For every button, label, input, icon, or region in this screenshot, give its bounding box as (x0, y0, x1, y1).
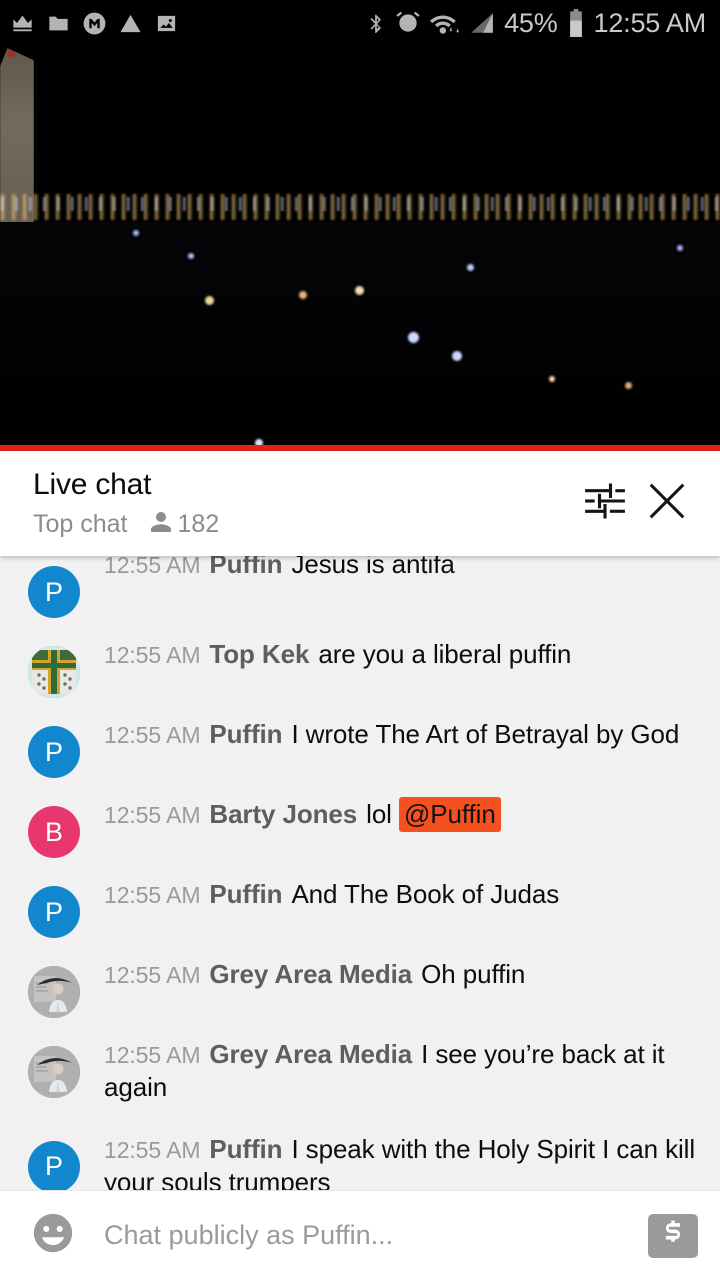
chat-header-titles: Live chat Top chat 182 (33, 468, 574, 540)
chat-mode-label[interactable]: Top chat (33, 510, 128, 539)
city-lights-cool (0, 197, 720, 211)
battery-percent-label: 45% (504, 7, 558, 38)
chat-message-list[interactable]: P 12:55 AM Puffin Jesus is antifa 12:55 AM To… (0, 556, 720, 1190)
clock-label: 12:55 AM (593, 7, 707, 38)
message-author[interactable]: Grey Area Media (209, 1039, 412, 1069)
super-chat-button[interactable] (648, 1213, 698, 1258)
avatar[interactable]: P (28, 886, 80, 938)
message-author[interactable]: Puffin (209, 1134, 282, 1164)
emoji-smiley-icon (30, 1210, 76, 1261)
message-timestamp: 12:55 AM (104, 556, 201, 578)
light-dot (408, 332, 419, 343)
avatar[interactable]: B (28, 806, 80, 858)
mega-m-icon (82, 11, 107, 36)
message-timestamp: 12:55 AM (104, 642, 201, 668)
chat-message-body: 12:55 AM Puffin Jesus is antifa (80, 556, 704, 595)
message-timestamp: 12:55 AM (104, 1136, 201, 1163)
tune-sliders-icon (583, 479, 627, 528)
message-timestamp: 12:55 AM (104, 882, 201, 908)
chat-message[interactable]: P 12:55 AM Puffin I speak with the Holy Spi… (0, 1119, 720, 1190)
video-player[interactable] (0, 46, 720, 451)
light-dot (299, 291, 307, 299)
chat-input-bar (0, 1190, 720, 1280)
avatar[interactable]: P (28, 566, 80, 618)
page-title: Live chat (33, 467, 152, 501)
chat-message[interactable]: P 12:55 AM Puffin And The Book of Judas (0, 864, 720, 944)
close-chat-button[interactable] (636, 473, 698, 535)
battery-icon (567, 9, 585, 37)
chat-message[interactable]: 12:55 AM Grey Area Media I see you’re back… (0, 1024, 720, 1119)
chat-message-body: 12:55 AM Puffin I speak with the Holy Spir… (80, 1119, 704, 1190)
wifi-icon (430, 10, 460, 36)
close-x-icon (644, 478, 690, 529)
avatar[interactable] (28, 646, 80, 698)
message-timestamp: 12:55 AM (104, 722, 201, 748)
message-text: are you a liberal puffin (318, 639, 572, 669)
chat-message[interactable]: P 12:55 AM Puffin Jesus is antifa (0, 556, 720, 624)
chat-header-subtitle-row: Top chat 182 (33, 510, 574, 539)
message-author[interactable]: Grey Area Media (209, 959, 412, 989)
chat-message[interactable]: 12:55 AM Grey Area Media Oh puffin (0, 944, 720, 1024)
cellular-signal-icon (469, 10, 495, 36)
video-foreground (0, 222, 720, 447)
message-author[interactable]: Puffin (209, 556, 282, 579)
light-dot (625, 382, 632, 389)
message-timestamp: 12:55 AM (104, 1042, 201, 1068)
message-author[interactable]: Top Kek (209, 639, 309, 669)
chat-input[interactable] (78, 1220, 648, 1251)
image-icon (154, 12, 179, 35)
status-bar: 45% 12:55 AM (0, 0, 720, 46)
chat-message[interactable]: B 12:55 AM Barty Jones lol @Puffin (0, 784, 720, 864)
status-bar-left-icons (10, 11, 179, 36)
chat-message[interactable]: 12:55 AM Top Kek are you a liberal puffin (0, 624, 720, 704)
person-photo-avatar-image (28, 966, 80, 1018)
viewer-count-label: 182 (177, 510, 220, 539)
warning-triangle-icon (118, 12, 143, 35)
message-text: Jesus is antifa (291, 556, 455, 579)
youtube-live-chat-screen: 45% 12:55 AM Live chat Top chat 182 P 12… (0, 0, 720, 1280)
chat-message-body: 12:55 AM Grey Area Media I see you’re back… (80, 1024, 704, 1119)
avatar[interactable]: P (28, 726, 80, 778)
message-text: lol (366, 799, 399, 829)
dollar-sign-icon (658, 1218, 688, 1253)
light-dot (452, 351, 462, 361)
avatar[interactable]: P (28, 1140, 80, 1190)
viewer-count-group: 182 (149, 510, 220, 539)
chat-message-body: 12:55 AM Puffin And The Book of Judas (80, 864, 704, 925)
light-dot (467, 264, 474, 271)
message-author[interactable]: Puffin (209, 879, 282, 909)
person-icon (149, 510, 173, 539)
message-text: I wrote The Art of Betrayal by God (291, 719, 680, 749)
light-dot (188, 253, 194, 259)
message-text: And The Book of Judas (291, 879, 560, 909)
message-timestamp: 12:55 AM (104, 962, 201, 988)
crusader-shield-avatar-image (28, 646, 80, 698)
message-timestamp: 12:55 AM (104, 802, 201, 828)
folder-icon (46, 12, 71, 34)
message-mention[interactable]: @Puffin (398, 797, 501, 832)
chat-message-body: 12:55 AM Barty Jones lol @Puffin (80, 784, 704, 845)
live-chat-header: Live chat Top chat 182 (0, 451, 720, 556)
person-photo-avatar-image (28, 1046, 80, 1098)
chat-settings-button[interactable] (574, 473, 636, 535)
light-dot (133, 230, 139, 236)
message-author[interactable]: Barty Jones (209, 799, 357, 829)
message-author[interactable]: Puffin (209, 719, 282, 749)
chat-message[interactable]: P 12:55 AM Puffin I wrote The Art of Betray… (0, 704, 720, 784)
light-dot (205, 296, 214, 305)
light-dot (355, 286, 364, 295)
message-text: Oh puffin (421, 959, 526, 989)
chat-message-body: 12:55 AM Top Kek are you a liberal puffin (80, 624, 704, 685)
avatar[interactable] (28, 1046, 80, 1098)
bluetooth-icon (366, 9, 386, 37)
alarm-icon (395, 10, 421, 36)
crown-icon (10, 12, 35, 34)
chat-message-body: 12:55 AM Puffin I wrote The Art of Betraya… (80, 704, 704, 765)
chat-message-body: 12:55 AM Grey Area Media Oh puffin (80, 944, 704, 1005)
avatar[interactable] (28, 966, 80, 1018)
light-dot (549, 376, 555, 382)
light-dot (677, 245, 683, 251)
emoji-picker-button[interactable] (28, 1211, 78, 1261)
status-bar-right-icons: 45% 12:55 AM (366, 8, 706, 39)
